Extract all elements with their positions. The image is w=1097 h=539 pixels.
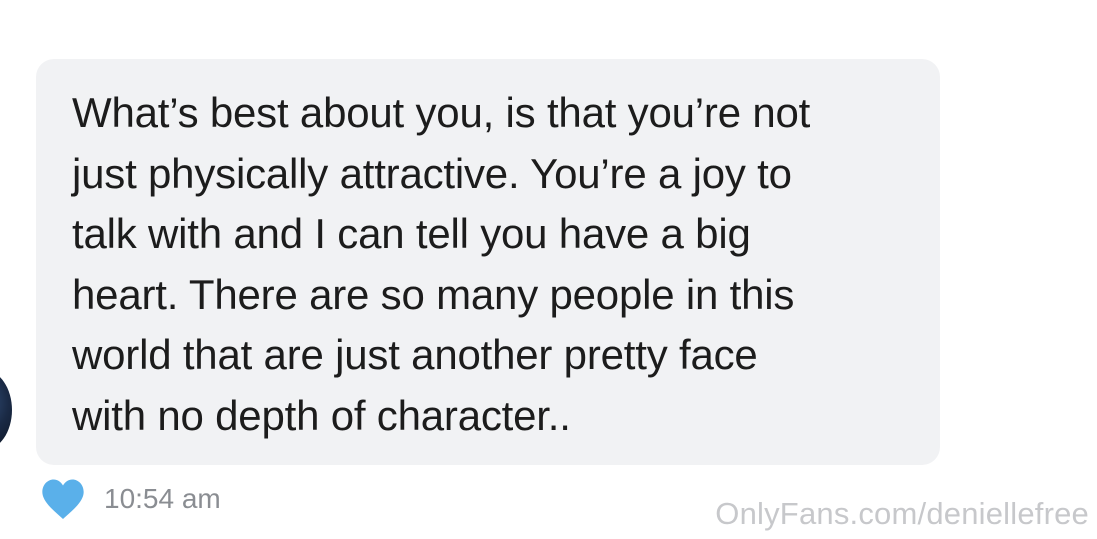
message-timestamp: 10:54 am — [104, 483, 221, 514]
message-bubble: What’s best about you, is that you’re no… — [36, 59, 940, 465]
like-button[interactable] — [40, 477, 86, 521]
sender-avatar[interactable] — [0, 370, 12, 450]
watermark: OnlyFans.com/deniellefree — [715, 496, 1089, 531]
message-meta: 10:54 am — [40, 474, 221, 524]
heart-icon — [42, 479, 84, 519]
message-text: What’s best about you, is that you’re no… — [72, 89, 811, 439]
